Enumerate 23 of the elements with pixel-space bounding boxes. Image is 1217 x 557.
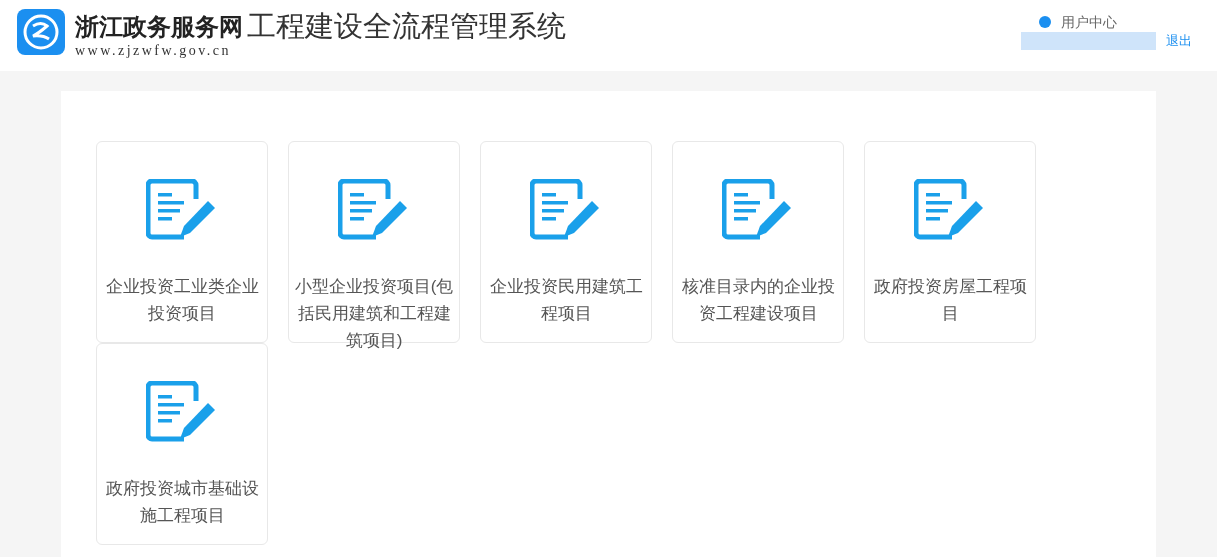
system-name: 工程建设全流程管理系统	[247, 9, 566, 43]
project-card[interactable]: 企业投资工业类企业投资项目	[96, 141, 268, 343]
user-center-link[interactable]: 用户中心	[1061, 14, 1117, 30]
card-label: 小型企业投资项目(包括民用建筑和工程建筑项目)	[293, 276, 455, 352]
site-name: 浙江政务服务网	[75, 11, 243, 43]
project-card[interactable]: 政府投资城市基础设施工程项目	[96, 343, 268, 545]
logout-link[interactable]: 退出	[1166, 33, 1192, 49]
document-edit-icon	[146, 179, 218, 243]
document-edit-icon	[530, 179, 602, 243]
project-card[interactable]: 核准目录内的企业投资工程建设项目	[672, 141, 844, 343]
document-edit-icon	[914, 179, 986, 243]
logo-icon	[17, 9, 65, 55]
card-label: 政府投资房屋工程项目	[872, 276, 1028, 325]
project-card[interactable]: 政府投资房屋工程项目	[864, 141, 1036, 343]
document-edit-icon	[146, 381, 218, 445]
card-label: 企业投资工业类企业投资项目	[104, 276, 260, 325]
card-label: 政府投资城市基础设施工程项目	[104, 478, 260, 527]
card-label: 企业投资民用建筑工程项目	[488, 276, 644, 325]
document-edit-icon	[338, 179, 410, 243]
site-url: www.zjzwfw.gov.cn	[75, 43, 233, 59]
project-card[interactable]: 企业投资民用建筑工程项目	[480, 141, 652, 343]
card-label: 核准目录内的企业投资工程建设项目	[680, 276, 836, 325]
document-edit-icon	[722, 179, 794, 243]
